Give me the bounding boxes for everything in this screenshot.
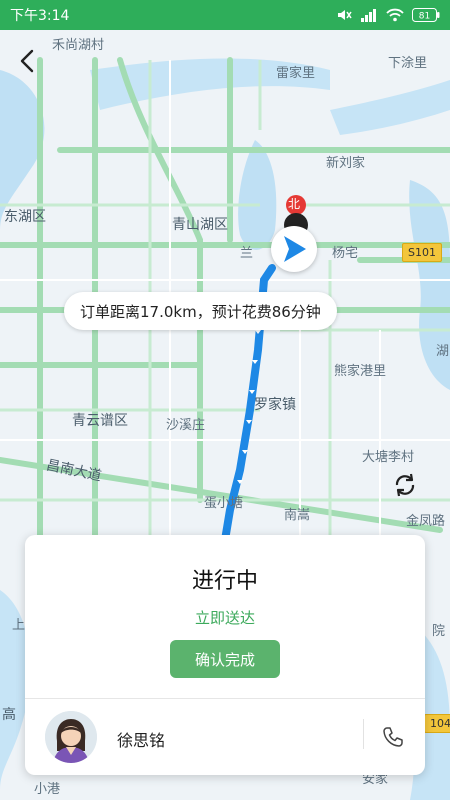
map-label: 南嵩	[284, 508, 311, 523]
map-label: 高	[2, 707, 16, 723]
map-label: 大塘李村	[362, 450, 415, 465]
wifi-icon	[386, 8, 404, 22]
map-label: 杨宅	[332, 246, 359, 261]
signal-icon	[360, 8, 378, 22]
status-time: 下午3:14	[10, 8, 70, 24]
current-location-marker	[271, 226, 317, 272]
map-label: 金凤路	[406, 514, 446, 529]
row-divider	[363, 719, 364, 749]
map-label: 湖	[436, 344, 450, 359]
map-label: 沙溪庄	[166, 418, 206, 433]
map-label: 东湖区	[4, 209, 46, 225]
courier-name: 徐思铭	[117, 731, 166, 750]
map-label: 熊家港里	[334, 364, 387, 379]
map-label: 兰	[240, 246, 254, 261]
map-label: 院	[432, 624, 446, 639]
phone-icon	[383, 727, 403, 747]
avatar	[45, 711, 97, 763]
map-label: 禾尚湖村	[52, 38, 105, 53]
mute-icon	[336, 8, 352, 22]
map-label: 青山湖区	[172, 217, 228, 233]
order-delivery-type: 立即送达	[194, 609, 255, 627]
map-label: 雷家里	[276, 66, 316, 81]
map-label: 新刘家	[326, 156, 366, 171]
status-bar: 下午3:14 81	[0, 0, 450, 30]
map-label: 罗家镇	[254, 397, 296, 413]
highway-badge: S101	[402, 243, 442, 262]
map-label: 北	[288, 197, 301, 211]
battery-level: 81	[419, 12, 430, 22]
map-label: 小港	[34, 782, 61, 797]
status-icons: 81	[336, 8, 440, 22]
highway-badge: 104	[424, 714, 450, 733]
map-label: 下涂里	[388, 56, 428, 71]
map-label: 上	[12, 618, 26, 633]
call-button[interactable]	[377, 721, 409, 753]
battery-icon: 81	[412, 8, 440, 22]
navigation-arrow-icon	[284, 236, 306, 262]
back-button[interactable]	[14, 48, 40, 74]
chevron-left-icon	[20, 49, 34, 73]
order-card: 进行中 立即送达 确认完成 徐思铭	[25, 535, 425, 775]
courier-row: 徐思铭	[25, 699, 425, 775]
map-label: 蛋小塘	[204, 496, 244, 511]
map-label: 青云谱区	[72, 413, 128, 429]
route-info-bubble: 订单距离17.0km，预计花费86分钟	[64, 292, 337, 330]
order-status: 进行中	[191, 569, 258, 594]
refresh-icon	[395, 473, 415, 497]
confirm-complete-button[interactable]: 确认完成	[170, 640, 280, 678]
refresh-button[interactable]	[388, 468, 422, 502]
